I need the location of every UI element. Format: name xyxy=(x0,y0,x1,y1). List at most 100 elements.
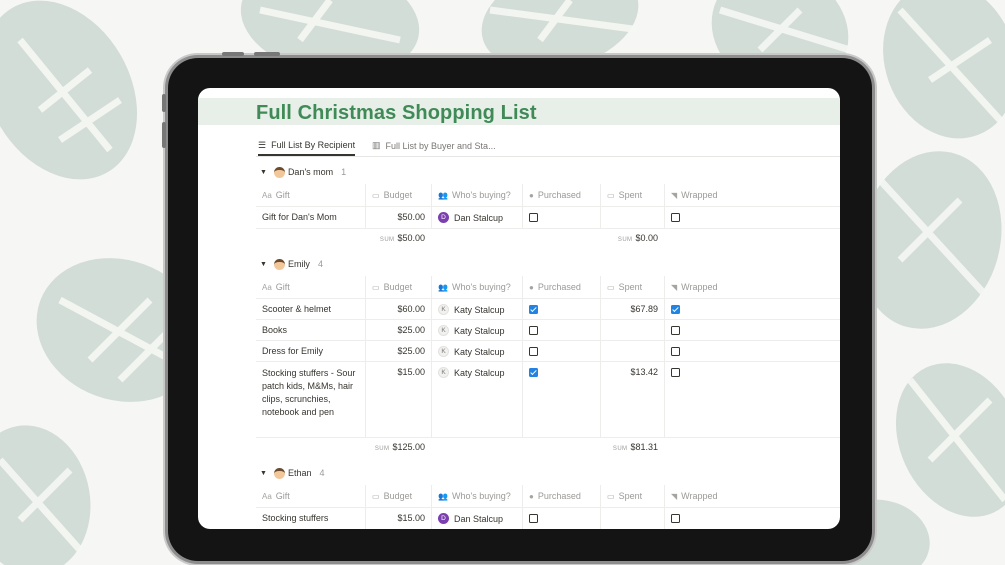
group-count: 1 xyxy=(341,167,347,177)
purchased-cell xyxy=(522,341,600,362)
column-gift[interactable]: Aa Gift xyxy=(256,276,365,298)
purchased-checkbox[interactable] xyxy=(529,326,538,335)
gift-cell[interactable]: Dress for Emily xyxy=(256,341,365,362)
wrapped-checkbox[interactable] xyxy=(671,305,680,314)
spent-cell[interactable] xyxy=(600,207,664,229)
purchased-checkbox[interactable] xyxy=(529,347,538,356)
column-budget[interactable]: ▭ Budget xyxy=(365,184,431,206)
column-gift[interactable]: Aa Gift xyxy=(256,485,365,507)
buyer-cell[interactable]: D Dan Stalcup xyxy=(431,207,522,229)
buyer-cell[interactable]: K Katy Stalcup xyxy=(431,341,522,362)
avatar: K xyxy=(438,325,449,336)
column-gift[interactable]: Aa Gift xyxy=(256,184,365,206)
column-whos-buying[interactable]: 👥 Who's buying? xyxy=(431,485,522,507)
caret-down-icon[interactable]: ▼ xyxy=(260,169,267,176)
column-purchased[interactable]: ● Purchased xyxy=(522,184,600,206)
buyer-name: Katy Stalcup xyxy=(454,346,505,357)
table-row[interactable]: Books $25.00 K Katy Stalcup xyxy=(256,319,840,341)
budget-cell[interactable]: $50.00 xyxy=(365,207,431,229)
column-label: Wrapped xyxy=(681,282,718,292)
spent-cell[interactable] xyxy=(600,341,664,362)
spent-cell[interactable] xyxy=(600,320,664,341)
checkmark-circle-icon: ● xyxy=(529,282,534,292)
buyer-cell[interactable]: D Dan Stalcup xyxy=(431,508,522,529)
spent-cell[interactable]: $67.89 xyxy=(600,299,664,320)
avatar: K xyxy=(438,346,449,357)
checkmark-circle-icon: ● xyxy=(529,190,534,200)
column-wrapped[interactable]: ◥ Wrapped xyxy=(664,276,840,298)
wrapped-checkbox[interactable] xyxy=(671,514,680,523)
wrapped-checkbox[interactable] xyxy=(671,213,680,222)
buyer-cell[interactable]: K Katy Stalcup xyxy=(431,362,522,438)
column-budget[interactable]: ▭ Budget xyxy=(365,276,431,298)
column-spent[interactable]: ▭ Spent xyxy=(600,485,664,507)
person-emoji-icon xyxy=(273,166,285,178)
column-budget[interactable]: ▭ Budget xyxy=(365,485,431,507)
caret-down-icon[interactable]: ▼ xyxy=(260,470,267,477)
column-label: Spent xyxy=(618,282,643,292)
gift-cell[interactable]: Stocking stuffers xyxy=(256,508,365,529)
tab-label: Full List By Recipient xyxy=(271,140,356,150)
budget-cell[interactable]: $15.00 xyxy=(365,362,431,438)
group-header-ethan[interactable]: ▼ Ethan 4 xyxy=(256,465,324,481)
spent-cell[interactable]: $13.42 xyxy=(600,362,664,438)
budget-cell[interactable]: $25.00 xyxy=(365,341,431,362)
sum-row: SUM $125.00 SUM $81.31 xyxy=(256,437,840,458)
buyer-name: Dan Stalcup xyxy=(454,212,504,223)
gift-cell[interactable]: Stocking stuffers - Sour patch kids, M&M… xyxy=(256,362,365,438)
column-label: Who's buying? xyxy=(451,282,511,292)
view-tabs: ☰ Full List By Recipient ▥ Full List by … xyxy=(256,136,840,157)
checkmark-circle-icon: ● xyxy=(529,491,534,501)
caret-down-icon[interactable]: ▼ xyxy=(260,261,267,268)
column-whos-buying[interactable]: 👥 Who's buying? xyxy=(431,184,522,206)
wrapped-checkbox[interactable] xyxy=(671,368,680,377)
column-wrapped[interactable]: ◥ Wrapped xyxy=(664,485,840,507)
column-spent[interactable]: ▭ Spent xyxy=(600,184,664,206)
sum-value: $81.31 xyxy=(630,442,658,452)
purchased-cell xyxy=(522,299,600,320)
budget-cell[interactable]: $15.00 xyxy=(365,508,431,529)
column-header-row: Aa Gift ▭ Budget 👥 Who's buying? ● Purchased… xyxy=(256,184,840,206)
table-row[interactable]: Stocking stuffers - Sour patch kids, M&M… xyxy=(256,361,840,438)
buyer-cell[interactable]: K Katy Stalcup xyxy=(431,299,522,320)
column-purchased[interactable]: ● Purchased xyxy=(522,276,600,298)
purchased-checkbox[interactable] xyxy=(529,305,538,314)
column-whos-buying[interactable]: 👥 Who's buying? xyxy=(431,276,522,298)
table-row[interactable]: Gift for Dan's Mom $50.00 D Dan Stalcup xyxy=(256,206,840,229)
table-row[interactable]: Stocking stuffers $15.00 D Dan Stalcup xyxy=(256,507,840,529)
purchased-checkbox[interactable] xyxy=(529,213,538,222)
currency-icon: ▭ xyxy=(607,190,615,200)
notion-screen: Full Christmas Shopping List ☰ Full List… xyxy=(198,88,840,529)
column-wrapped[interactable]: ◥ Wrapped xyxy=(664,184,840,206)
budget-cell[interactable]: $60.00 xyxy=(365,299,431,320)
gift-cell[interactable]: Gift for Dan's Mom xyxy=(256,207,365,229)
wrapped-cell xyxy=(664,341,840,362)
people-icon: 👥 xyxy=(438,282,448,292)
sum-label: SUM xyxy=(612,446,628,452)
column-spent[interactable]: ▭ Spent xyxy=(600,276,664,298)
group-header-dans-mom[interactable]: ▼ Dan's mom 1 xyxy=(256,164,346,180)
wrapped-checkbox[interactable] xyxy=(671,326,680,335)
table-row[interactable]: Scooter & helmet $60.00 K Katy Stalcup $6… xyxy=(256,298,840,320)
budget-cell[interactable]: $25.00 xyxy=(365,320,431,341)
text-icon: Aa xyxy=(262,491,272,501)
column-label: Purchased xyxy=(537,190,581,200)
text-icon: Aa xyxy=(262,282,272,292)
purchased-checkbox[interactable] xyxy=(529,514,538,523)
tab-full-list-by-buyer[interactable]: ▥ Full List by Buyer and Sta... xyxy=(372,136,496,155)
budget-sum: SUM $125.00 xyxy=(365,442,425,452)
group-header-emily[interactable]: ▼ Emily 4 xyxy=(256,256,323,272)
tab-full-list-by-recipient[interactable]: ☰ Full List By Recipient xyxy=(258,136,356,156)
wrapped-cell xyxy=(664,508,840,529)
currency-icon: ▭ xyxy=(607,282,615,292)
table-row[interactable]: Dress for Emily $25.00 K Katy Stalcup xyxy=(256,340,840,362)
purchased-checkbox[interactable] xyxy=(529,368,538,377)
buyer-name: Katy Stalcup xyxy=(454,325,505,336)
gift-cell[interactable]: Books xyxy=(256,320,365,341)
buyer-cell[interactable]: K Katy Stalcup xyxy=(431,320,522,341)
column-purchased[interactable]: ● Purchased xyxy=(522,485,600,507)
spent-cell[interactable] xyxy=(600,508,664,529)
gift-cell[interactable]: Scooter & helmet xyxy=(256,299,365,320)
avatar: K xyxy=(438,367,449,378)
wrapped-checkbox[interactable] xyxy=(671,347,680,356)
